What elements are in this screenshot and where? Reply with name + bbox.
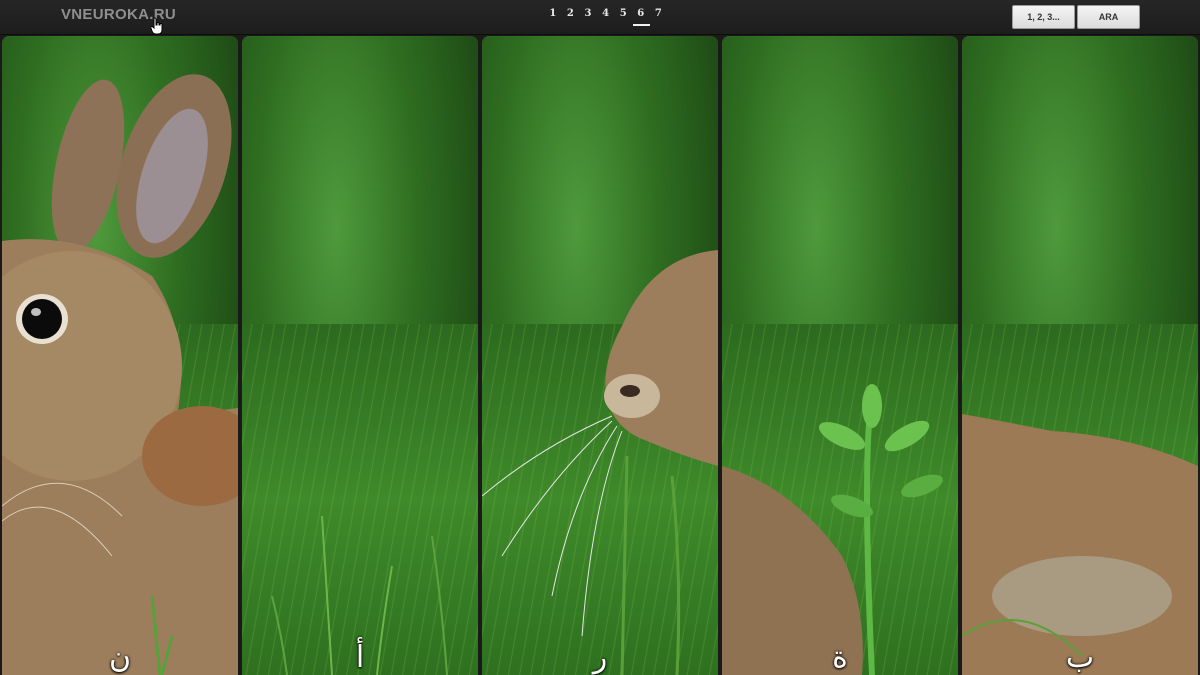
page-link-5[interactable]: 5: [614, 8, 632, 23]
letter-panel-5[interactable]: ب: [962, 36, 1198, 675]
rabbit-nose-image: [482, 250, 718, 675]
hand-pointer-icon: [150, 17, 163, 35]
top-bar: VNEUROKA.RU 1 2 3 4 5 6 7 1, 2, 3... ARA: [0, 0, 1200, 35]
panel-letter-1: ن: [108, 640, 132, 675]
page-link-7[interactable]: 7: [650, 8, 668, 23]
panel-letter-2: أ: [355, 640, 365, 675]
panel-letter-4: ة: [832, 640, 848, 675]
page-navigation: 1 2 3 4 5 6 7: [544, 8, 668, 26]
letter-panels: ن أ ر ة ب: [0, 36, 1200, 675]
language-button[interactable]: ARA: [1077, 5, 1140, 29]
grass-image: [271, 515, 448, 675]
panel-letter-5: ب: [1065, 640, 1095, 675]
page-link-6[interactable]: 6: [632, 8, 650, 26]
page-link-2[interactable]: 2: [562, 8, 580, 23]
letter-panel-1[interactable]: ن: [2, 36, 238, 675]
page-link-3[interactable]: 3: [579, 8, 597, 23]
letter-panel-3[interactable]: ر: [482, 36, 718, 675]
page-link-4[interactable]: 4: [597, 8, 615, 23]
letter-panel-2[interactable]: أ: [242, 36, 478, 675]
panel-letter-3: ر: [592, 640, 608, 675]
letter-panel-4[interactable]: ة: [722, 36, 958, 675]
rabbit-head-image: [2, 74, 238, 675]
rabbit-body-image: [962, 414, 1198, 675]
page-link-1[interactable]: 1: [544, 8, 562, 23]
rabbit-back-image: [722, 384, 943, 675]
sequence-button[interactable]: 1, 2, 3...: [1012, 5, 1075, 29]
